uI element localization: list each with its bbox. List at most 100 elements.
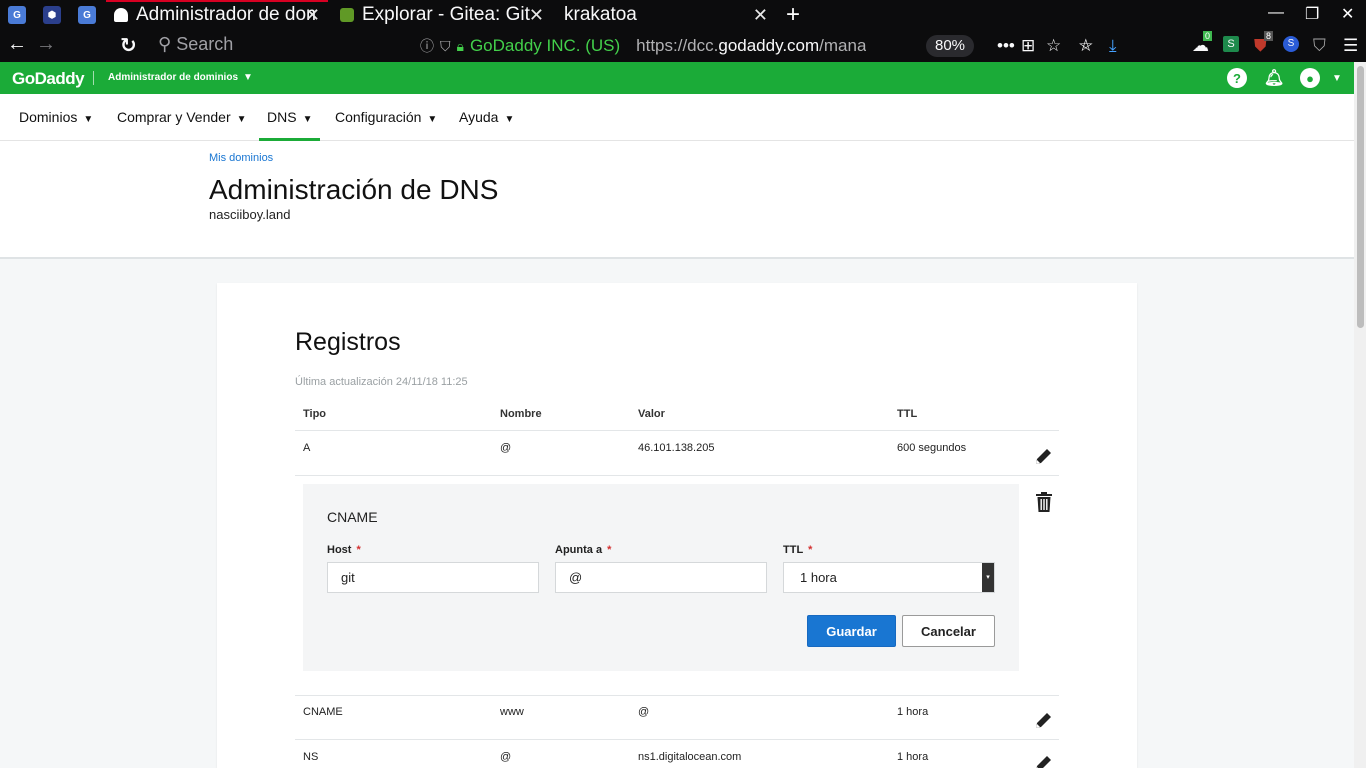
row-divider xyxy=(295,475,1059,476)
row-divider xyxy=(295,739,1059,740)
page-title: Administración de DNS xyxy=(209,174,499,205)
new-tab-button[interactable]: + xyxy=(786,1,800,29)
pinned-tab-translate-icon-2[interactable]: G xyxy=(78,6,96,24)
tab-krakatoa[interactable]: krakatoa ✕ xyxy=(558,0,778,30)
required-marker: * xyxy=(808,544,813,556)
pinned-tab-hex-icon[interactable]: ⬢ xyxy=(43,6,61,24)
nav-comprar-vender[interactable]: Comprar y Vender ▼ xyxy=(117,94,247,141)
tab-gitea[interactable]: Explorar - Gitea: Git with a cup of tea … xyxy=(332,0,554,30)
page-actions-icon[interactable]: ••• xyxy=(997,36,1015,56)
close-tab-icon[interactable]: ✕ xyxy=(305,5,320,26)
account-chevron-down-icon[interactable]: ▼ xyxy=(1327,68,1347,88)
help-icon[interactable]: ? xyxy=(1227,68,1247,88)
godaddy-favicon-icon xyxy=(114,8,128,22)
nav-label: DNS xyxy=(267,109,297,125)
record-ttl: 1 hora xyxy=(897,751,929,763)
extension-blue-icon[interactable]: S xyxy=(1283,36,1299,52)
ublock-badge: 8 xyxy=(1264,31,1274,41)
edit-pencil-icon[interactable] xyxy=(1033,709,1055,731)
delete-trash-icon[interactable] xyxy=(1033,491,1055,513)
zoom-indicator[interactable]: 80% xyxy=(926,35,974,57)
app-switcher[interactable]: Administrador de dominios ▼ xyxy=(108,72,253,83)
close-tab-icon[interactable]: ✕ xyxy=(529,5,544,26)
record-type: A xyxy=(303,442,311,454)
tab-administrador[interactable]: Administrador de dominios ✕ xyxy=(106,0,328,30)
forward-icon[interactable]: → xyxy=(36,33,56,56)
url-bar[interactable]: ⓘ ⛉ 🔒︎ GoDaddy INC. (US) https://dcc.god… xyxy=(420,33,980,59)
extension-s-icon[interactable]: S xyxy=(1223,36,1239,52)
notifications-bell-icon[interactable]: 🔔︎ xyxy=(1264,68,1284,88)
close-window-icon[interactable]: ✕ xyxy=(1341,4,1354,24)
extension-cloud-icon[interactable]: ☁ 0 xyxy=(1192,31,1213,56)
tab-title: Administrador de dominios xyxy=(136,4,316,25)
required-marker: * xyxy=(607,544,612,556)
record-value: 46.101.138.205 xyxy=(638,442,715,454)
record-value: ns1.digitalocean.com xyxy=(638,751,742,763)
breadcrumb[interactable]: Mis dominios xyxy=(209,152,273,164)
page-scrollbar-thumb[interactable] xyxy=(1357,66,1364,328)
app-name: Administrador de dominios xyxy=(108,72,239,83)
url-path: /manage/nasciiboy.land/dns xyxy=(819,36,867,55)
url-domain: godaddy.com xyxy=(718,36,820,55)
pinned-tab-translate-icon[interactable]: G xyxy=(8,6,26,24)
library-icon[interactable]: ⛤ xyxy=(1079,36,1093,56)
records-card: Registros Última actualización 24/11/18 … xyxy=(217,283,1137,768)
record-value: @ xyxy=(638,706,650,718)
ttl-label: TTL * xyxy=(783,544,812,556)
domain-name: nasciiboy.land xyxy=(209,207,291,222)
chevron-down-icon: ▼ xyxy=(83,114,94,125)
cancel-button[interactable]: Cancelar xyxy=(902,615,995,647)
row-divider xyxy=(295,695,1059,696)
header-divider xyxy=(93,71,94,85)
reader-view-icon[interactable]: ⊞ xyxy=(1021,36,1035,56)
record-editor: CNAME Host * Apunta a * TTL * git @ 1 hora … xyxy=(303,484,1019,671)
back-icon[interactable]: ← xyxy=(7,33,27,56)
hamburger-menu-icon[interactable]: ☰ xyxy=(1343,36,1358,56)
search-box[interactable]: ⚲ Search xyxy=(158,34,233,55)
host-input[interactable]: git xyxy=(327,562,539,593)
privacy-badger-icon[interactable]: ⛉ xyxy=(1313,36,1326,56)
close-tab-icon[interactable]: ✕ xyxy=(753,5,768,26)
required-marker: * xyxy=(356,544,361,556)
edit-pencil-icon[interactable] xyxy=(1033,753,1055,768)
maximize-icon[interactable]: ❐ xyxy=(1305,4,1319,24)
gitea-favicon-icon xyxy=(340,8,354,22)
reload-icon[interactable]: ↻ xyxy=(120,33,137,58)
bookmark-star-icon[interactable]: ☆ xyxy=(1046,36,1061,56)
tab-title: Explorar - Gitea: Git with a cup of tea xyxy=(362,4,532,25)
nav-dominios[interactable]: Dominios ▼ xyxy=(19,94,93,141)
record-ttl: 600 segundos xyxy=(897,442,967,454)
tracking-shield-icon[interactable]: ⛉ xyxy=(440,38,451,55)
url-prefix: https://dcc. xyxy=(636,36,719,55)
tab-title: krakatoa xyxy=(564,4,637,25)
main-nav: Dominios ▼ Comprar y Vender ▼ DNS ▼ Configu… xyxy=(0,94,1354,141)
account-avatar-icon[interactable]: ● xyxy=(1300,68,1320,88)
ttl-label-text: TTL xyxy=(783,544,804,556)
last-updated: Última actualización 24/11/18 11:25 xyxy=(295,376,468,388)
points-label-text: Apunta a xyxy=(555,544,603,556)
chevron-down-icon: ▼ xyxy=(236,114,247,125)
record-type: NS xyxy=(303,751,319,763)
column-header-valor: Valor xyxy=(638,408,665,420)
nav-dns[interactable]: DNS ▼ xyxy=(259,94,321,141)
save-button[interactable]: Guardar xyxy=(807,615,896,647)
godaddy-logo[interactable]: GoDaddy xyxy=(12,69,85,89)
edit-pencil-icon[interactable] xyxy=(1033,445,1055,467)
ublock-icon[interactable]: ⛊ 8 xyxy=(1254,31,1274,56)
minimize-icon[interactable]: — xyxy=(1268,4,1284,22)
download-icon[interactable]: ⤓ xyxy=(1109,36,1117,56)
host-label: Host * xyxy=(327,544,361,556)
chevron-down-icon: ▼ xyxy=(427,114,438,125)
info-icon[interactable]: ⓘ xyxy=(420,36,434,56)
nav-configuracion[interactable]: Configuración ▼ xyxy=(335,94,437,141)
nav-label: Comprar y Vender xyxy=(117,109,231,125)
ttl-selected-value: 1 hora xyxy=(800,570,837,585)
chevron-down-icon: ▼ xyxy=(504,114,515,125)
godaddy-header: GoDaddy Administrador de dominios ▼ ? 🔔︎ … xyxy=(0,62,1354,94)
record-name: www xyxy=(500,706,524,718)
nav-ayuda[interactable]: Ayuda ▼ xyxy=(459,94,514,141)
column-header-ttl: TTL xyxy=(897,408,918,420)
points-to-input[interactable]: @ xyxy=(555,562,767,593)
host-label-text: Host xyxy=(327,544,352,556)
ttl-select[interactable]: 1 hora ▾ xyxy=(783,562,995,593)
